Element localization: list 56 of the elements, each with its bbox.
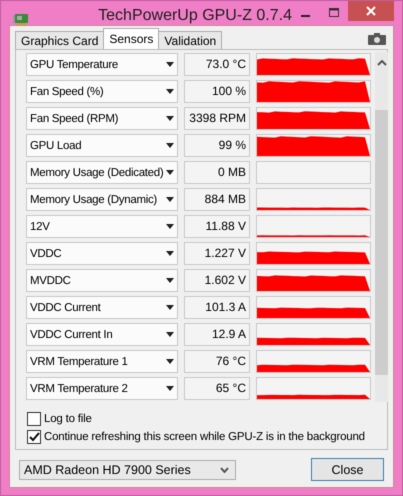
scrollbar-thumb[interactable] (375, 110, 388, 375)
close-button[interactable]: Close (311, 458, 384, 481)
dropdown-arrow-icon (166, 278, 174, 283)
dropdown-arrow-icon (166, 359, 174, 364)
dropdown-arrow-icon (166, 170, 174, 175)
dropdown-arrow-icon (166, 305, 174, 310)
sensor-dropdown[interactable]: GPU Load (26, 134, 178, 157)
dropdown-arrow-icon (166, 62, 174, 67)
sensor-value: 100 % (184, 80, 250, 103)
sensor-value: 12.9 A (184, 323, 250, 346)
checkbox-label: Log to file (44, 413, 92, 425)
dropdown-arrow-icon (166, 197, 174, 202)
checkbox-label: Continue refreshing this screen while GPU-Z is in the background (44, 431, 365, 443)
window-title: TechPowerUp GPU-Z 0.7.4 (98, 7, 292, 25)
sensor-value: 73.0 °C (184, 53, 250, 76)
checkbox[interactable] (27, 412, 41, 426)
sensor-dropdown[interactable]: Memory Usage (Dynamic) (26, 188, 178, 211)
sensor-value: 1.602 V (184, 269, 250, 292)
graphics-card-icon (13, 13, 29, 25)
dropdown-arrow-icon (166, 251, 174, 256)
sensor-value: 1.227 V (184, 242, 250, 265)
sensor-value: 76 °C (184, 350, 250, 373)
sensor-dropdown[interactable]: VDDC (26, 242, 178, 265)
sensor-dropdown[interactable]: GPU Temperature (26, 53, 178, 76)
tab[interactable]: Sensors (103, 28, 160, 49)
tab[interactable]: Graphics Card (15, 31, 104, 49)
dropdown-arrow-icon (166, 386, 174, 391)
sensor-value: 65 °C (184, 377, 250, 400)
sensor-value: 0 MB (184, 161, 250, 184)
sensor-dropdown[interactable]: VDDC Current In (26, 323, 178, 346)
sensor-value: 11.88 V (184, 215, 250, 238)
sensor-value: 884 MB (184, 188, 250, 211)
sensor-value: 99 % (184, 134, 250, 157)
sensor-dropdown[interactable]: MVDDC (26, 269, 178, 292)
close-icon[interactable] (348, 1, 394, 21)
sensor-dropdown[interactable]: Fan Speed (RPM) (26, 107, 178, 130)
camera-icon[interactable] (368, 33, 386, 45)
sensor-dropdown[interactable]: 12V (26, 215, 178, 238)
tab[interactable]: Validation (158, 31, 222, 49)
sensor-dropdown[interactable]: VDDC Current (26, 296, 178, 319)
dropdown-arrow-icon (166, 143, 174, 148)
scrollbar[interactable] (375, 52, 388, 402)
dropdown-arrow-icon (166, 332, 174, 337)
dropdown-arrow-icon (166, 116, 174, 121)
device-select[interactable]: AMD Radeon HD 7900 Series (19, 460, 236, 480)
chevron-down-icon (220, 466, 229, 472)
sensor-dropdown[interactable]: VRM Temperature 2 (26, 377, 178, 400)
sensor-dropdown[interactable]: VRM Temperature 1 (26, 350, 178, 373)
sensor-value: 101.3 A (184, 296, 250, 319)
sensor-value: 3398 RPM (184, 107, 250, 130)
sensor-dropdown[interactable]: Memory Usage (Dedicated) (26, 161, 178, 184)
sensor-dropdown[interactable]: Fan Speed (%) (26, 80, 178, 103)
dropdown-arrow-icon (166, 89, 174, 94)
dropdown-arrow-icon (166, 224, 174, 229)
checkbox[interactable] (27, 430, 41, 444)
scroll-up-icon[interactable] (376, 60, 386, 66)
